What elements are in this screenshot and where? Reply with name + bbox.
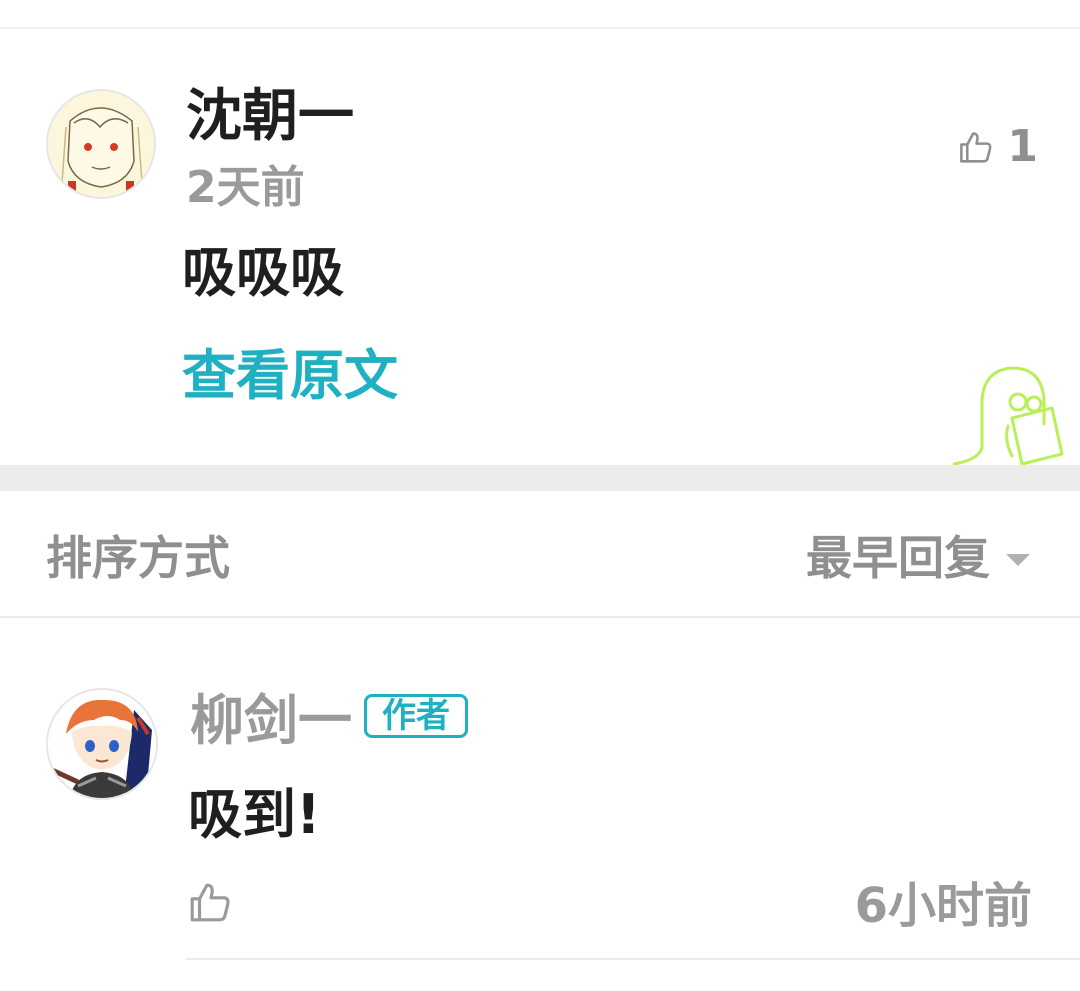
sort-divider: [0, 616, 1080, 618]
reply-author-avatar[interactable]: [46, 688, 158, 800]
reply-like-button[interactable]: [188, 880, 236, 928]
reply-content: 吸到!: [188, 783, 321, 846]
section-separator: [0, 465, 1080, 491]
avatar-illustration: [48, 91, 154, 197]
mascot-illustration: [948, 360, 1072, 468]
caret-down-icon: [1006, 554, 1030, 566]
commenter-avatar[interactable]: [46, 89, 156, 199]
comment-like-button[interactable]: 1: [958, 124, 1038, 170]
reply-author-name[interactable]: 柳剑一: [190, 686, 352, 756]
comment-content: 吸吸吸: [182, 241, 344, 304]
author-badge: 作者: [364, 694, 468, 738]
sort-label: 排序方式: [46, 531, 230, 585]
reply-divider: [186, 958, 1080, 960]
thumbs-up-icon: [190, 883, 230, 922]
sort-value: 最早回复: [806, 531, 990, 585]
commenter-name[interactable]: 沈朝一: [186, 82, 354, 152]
view-original-link[interactable]: 查看原文: [182, 343, 398, 409]
avatar-illustration: [48, 690, 156, 798]
comment-like-count: 1: [1007, 121, 1038, 172]
thumbs-up-icon: [960, 132, 992, 163]
sort-dropdown[interactable]: 最早回复: [806, 530, 1030, 586]
comment-time: 2天前: [186, 162, 305, 213]
reply-time: 6小时前: [854, 878, 1032, 934]
top-divider: [0, 27, 1080, 29]
